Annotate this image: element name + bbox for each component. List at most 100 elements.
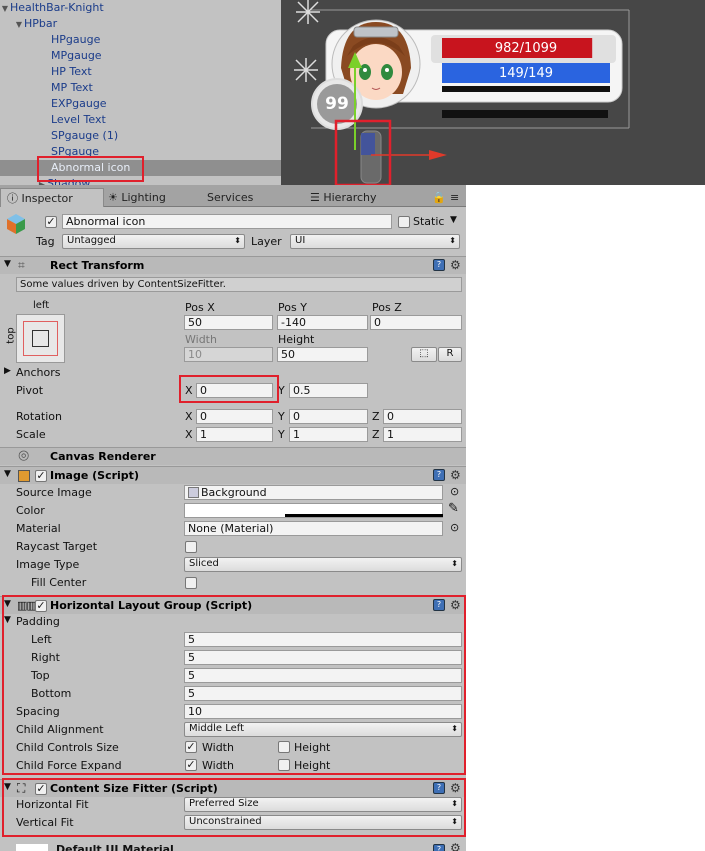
tab-hierarchy[interactable]: ☰ Hierarchy [310, 188, 377, 207]
pos-y-field[interactable]: -140 [277, 315, 368, 330]
help-icon[interactable]: ? [433, 469, 445, 481]
tab-lighting[interactable]: ☀ Lighting [108, 188, 166, 207]
hierarchy-icon: ☰ [310, 191, 324, 204]
hierarchy-item-spgauge-1[interactable]: SPgauge (1) [0, 128, 281, 144]
hierarchy-item-level-text[interactable]: Level Text [0, 112, 281, 128]
anchors-label: Anchors [16, 366, 61, 379]
static-dropdown-icon[interactable]: ▼ [450, 215, 457, 225]
raycast-checkbox[interactable] [185, 541, 197, 553]
gear-icon[interactable]: ⚙ [450, 468, 461, 482]
rect-transform-icon: ⌗ [18, 258, 25, 272]
tab-menu-icon[interactable]: ≡ [450, 188, 459, 207]
color-field[interactable] [184, 503, 443, 518]
script-icon [18, 470, 30, 482]
fill-center-label: Fill Center [31, 576, 87, 589]
help-icon[interactable]: ? [433, 259, 445, 271]
rotation-label: Rotation [16, 410, 63, 423]
scale-x-field[interactable]: 1 [196, 427, 273, 442]
expand-arrow-icon[interactable]: ▼ [0, 1, 10, 17]
sprite-icon [188, 487, 199, 498]
hierarchy-item-healthbar-knight[interactable]: ▼ HealthBar-Knight [0, 0, 281, 16]
anchors-foldout-icon[interactable]: ▶ [4, 366, 11, 376]
driven-note: Some values driven by ContentSizeFitter. [16, 277, 462, 292]
inspector-panel: ⓘ Inspector ☀ Lighting Services ☰ Hierar… [0, 185, 466, 851]
layer-dropdown[interactable]: UI ⬍ [290, 234, 460, 249]
raycast-label: Raycast Target [16, 540, 98, 553]
mp-text: 149/149 [498, 66, 553, 81]
foldout-arrow-icon[interactable]: ▼ [4, 469, 11, 479]
tag-dropdown[interactable]: Untagged ⬍ [62, 234, 245, 249]
light-gizmo-icon [294, 0, 320, 82]
tag-label: Tag [36, 235, 55, 248]
highlight-box [37, 156, 144, 182]
tab-services[interactable]: Services [207, 188, 253, 207]
height-label: Height [278, 333, 315, 346]
width-label: Width [185, 333, 217, 346]
pos-x-field[interactable]: 50 [184, 315, 273, 330]
scene-view[interactable]: 982/1099 149/149 99 [281, 0, 705, 185]
info-icon: ⓘ [7, 192, 22, 205]
highlight-box [2, 778, 466, 837]
hierarchy-item-mp-text[interactable]: MP Text [0, 80, 281, 96]
material-field[interactable]: None (Material) [184, 521, 443, 536]
anchor-h-label: left [33, 300, 50, 311]
rot-z-field[interactable]: 0 [383, 409, 462, 424]
gear-icon[interactable]: ⚙ [450, 258, 461, 272]
rot-x-field[interactable]: 0 [196, 409, 273, 424]
canvas-renderer-icon: ◎ [18, 448, 30, 463]
pivot-y-field[interactable]: 0.5 [289, 383, 368, 398]
scale-x-label: X [185, 428, 193, 441]
hp-text: 982/1099 [494, 41, 558, 56]
image-type-dropdown[interactable]: Sliced ⬍ [184, 557, 462, 572]
object-picker-icon[interactable]: ⊙ [450, 521, 459, 534]
rot-y-label: Y [278, 410, 285, 423]
hierarchy-item-hp-text[interactable]: HP Text [0, 64, 281, 80]
rot-x-label: X [185, 410, 193, 423]
rot-y-field[interactable]: 0 [289, 409, 368, 424]
layer-label: Layer [251, 235, 282, 248]
foldout-arrow-icon[interactable]: ▼ [4, 259, 11, 269]
scale-z-field[interactable]: 1 [383, 427, 462, 442]
raw-edit-button[interactable]: R [438, 347, 462, 362]
rect-transform-header[interactable]: ▼ ⌗ Rect Transform ? ⚙ [0, 256, 466, 274]
gameobject-icon [6, 213, 26, 235]
rot-z-label: Z [372, 410, 380, 423]
source-image-field[interactable]: Background [184, 485, 443, 500]
static-label: Static [413, 215, 445, 228]
pos-z-field[interactable]: 0 [370, 315, 462, 330]
scale-label: Scale [16, 428, 46, 441]
blueprint-mode-button[interactable]: ⬚ [411, 347, 437, 362]
tab-inspector[interactable]: ⓘ Inspector [0, 188, 104, 207]
canvas-renderer-header[interactable]: ◎ Canvas Renderer [0, 447, 466, 465]
static-checkbox[interactable] [398, 216, 410, 228]
fill-center-checkbox[interactable] [185, 577, 197, 589]
lighting-icon: ☀ [108, 191, 122, 204]
scale-y-label: Y [278, 428, 285, 441]
hierarchy-item-hpbar[interactable]: ▼ HPbar [0, 16, 281, 32]
help-icon[interactable]: ? [433, 844, 445, 851]
lock-icon[interactable]: 🔒 [432, 188, 446, 207]
object-name-field[interactable]: Abnormal icon [62, 214, 392, 229]
material-preview [16, 844, 48, 851]
hierarchy-item-expgauge[interactable]: EXPgauge [0, 96, 281, 112]
image-enabled-checkbox[interactable]: ✓ [35, 470, 47, 482]
pos-y-label: Pos Y [278, 301, 307, 314]
hierarchy-item-hpgauge[interactable]: HPgauge [0, 32, 281, 48]
material-label: Material [16, 522, 61, 535]
scale-z-label: Z [372, 428, 380, 441]
expand-arrow-icon[interactable]: ▼ [14, 17, 24, 33]
active-checkbox[interactable]: ✓ [45, 216, 57, 228]
eyedropper-icon[interactable]: ✎ [448, 501, 459, 516]
hierarchy-item-mpgauge[interactable]: MPgauge [0, 48, 281, 64]
image-header[interactable]: ▼ ✓ Image (Script) ? ⚙ [0, 466, 466, 484]
gear-icon[interactable]: ⚙ [450, 841, 461, 851]
object-picker-icon[interactable]: ⊙ [450, 485, 459, 498]
source-image-label: Source Image [16, 486, 92, 499]
height-field[interactable]: 50 [277, 347, 368, 362]
anchor-preset-button[interactable] [16, 314, 65, 363]
width-field: 10 [184, 347, 273, 362]
pivot-label: Pivot [16, 384, 44, 397]
empty-area [466, 185, 705, 851]
color-label: Color [16, 504, 45, 517]
scale-y-field[interactable]: 1 [289, 427, 368, 442]
